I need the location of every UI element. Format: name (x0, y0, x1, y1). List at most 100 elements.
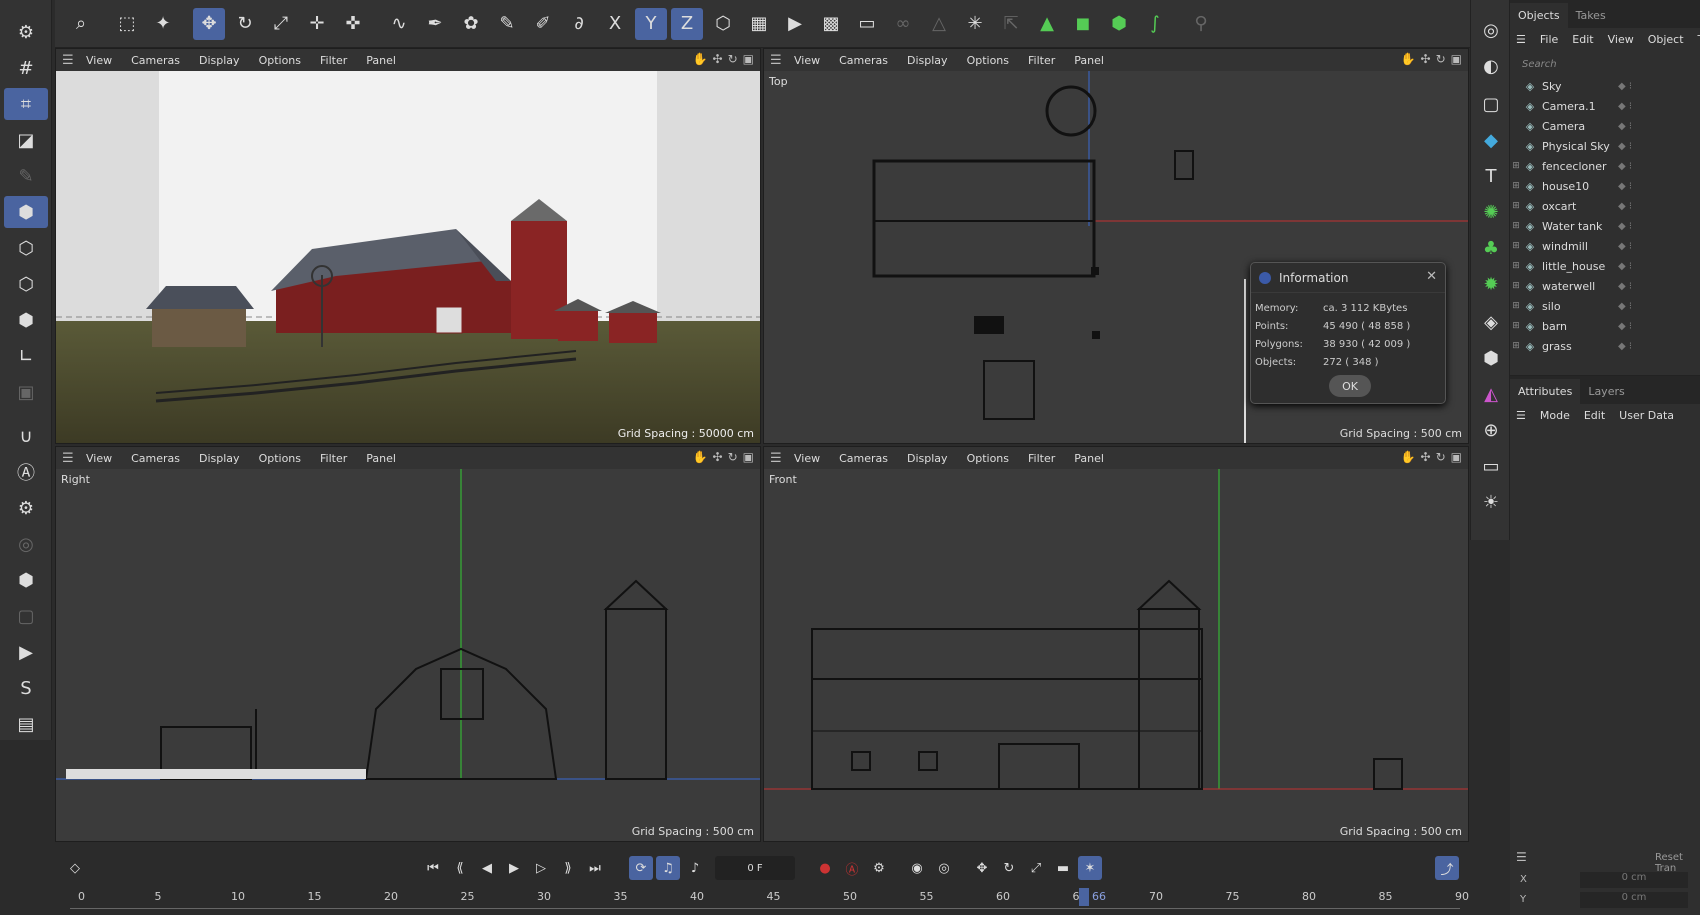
visibility-icon[interactable]: ◆ ⁝ (1618, 261, 1632, 272)
menu-filter[interactable]: Filter (1028, 54, 1055, 67)
menu-view[interactable]: View (794, 452, 820, 465)
menu-view[interactable]: View (1608, 33, 1634, 46)
target-icon[interactable]: ◎ (4, 528, 48, 560)
motion-icon[interactable]: ◉ (905, 856, 929, 880)
texture-mode-icon[interactable]: ◪ (4, 124, 48, 156)
move-icon[interactable]: ✥ (193, 7, 225, 40)
expand-icon[interactable]: ⊞ (1510, 241, 1522, 251)
transform-icon[interactable]: ✜ (337, 8, 369, 40)
dolly-icon[interactable]: ✣ (713, 450, 723, 464)
menu-options[interactable]: Options (967, 452, 1009, 465)
snap-toggle-icon[interactable]: △ (923, 8, 955, 40)
menu-icon[interactable]: ☰ (770, 53, 784, 68)
menu-display[interactable]: Display (907, 452, 948, 465)
menu-filter[interactable]: Filter (320, 452, 347, 465)
snap-icon[interactable]: Ⓐ (4, 456, 48, 488)
menu-cameras[interactable]: Cameras (839, 54, 888, 67)
tab-layers[interactable]: Layers (1580, 379, 1632, 404)
field-icon[interactable]: ⬢ (1475, 342, 1507, 374)
render-region-icon[interactable]: ▦ (743, 8, 775, 40)
knife-icon[interactable]: ∂ (563, 8, 595, 40)
orbit-icon[interactable]: ↻ (728, 450, 738, 464)
expand-icon[interactable]: ⊞ (1510, 201, 1522, 211)
visibility-icon[interactable]: ◆ ⁝ (1618, 301, 1632, 312)
pan-icon[interactable]: ✋ (1401, 450, 1416, 464)
axis-mode-icon[interactable]: ∟ (4, 340, 48, 372)
pin-icon[interactable]: ◎ (1475, 14, 1507, 46)
visibility-icon[interactable]: ◆ ⁝ (1618, 201, 1632, 212)
menu-filter[interactable]: Filter (320, 54, 347, 67)
frame-icon[interactable]: ▢ (4, 600, 48, 632)
menu-cameras[interactable]: Cameras (131, 54, 180, 67)
menu-display[interactable]: Display (199, 54, 240, 67)
pla-key-icon[interactable]: ✶ (1078, 856, 1102, 880)
view-icon[interactable]: ◐ (1475, 50, 1507, 82)
list-item[interactable]: ⊞ ◈ windmill ◆ ⁝ (1510, 236, 1700, 256)
menu-display[interactable]: Display (199, 452, 240, 465)
go-to-start-icon[interactable]: ⏮ (421, 856, 445, 880)
next-key-icon[interactable]: ⟫ (556, 856, 580, 880)
expand-icon[interactable]: ⊞ (1510, 321, 1522, 331)
menu-edit[interactable]: Edit (1572, 33, 1593, 46)
zoom-icon[interactable]: ⌕ (65, 8, 97, 40)
uv-mode-icon[interactable]: ⬢ (4, 304, 48, 336)
menu-edit[interactable]: Edit (1584, 409, 1605, 422)
paint-icon[interactable]: ✎ (491, 8, 523, 40)
brush-icon[interactable]: ✐ (527, 8, 559, 40)
deformer-icon[interactable]: ◈ (1475, 306, 1507, 338)
rectangle-icon[interactable]: ▢ (1475, 88, 1507, 120)
visibility-icon[interactable]: ◆ ⁝ (1618, 121, 1632, 132)
playhead[interactable] (1079, 888, 1089, 906)
loop-icon[interactable]: ⟳ (629, 856, 653, 880)
search-input[interactable]: Search (1516, 54, 1696, 74)
menu-panel[interactable]: Panel (1074, 54, 1104, 67)
viewport-perspective[interactable]: ☰ View Cameras Display Options Filter Pa… (55, 48, 761, 444)
visibility-icon[interactable]: ◆ ⁝ (1618, 161, 1632, 172)
list-item[interactable]: ◈ Sky ◆ ⁝ (1510, 76, 1700, 96)
expand-icon[interactable]: ⊞ (1510, 301, 1522, 311)
list-item[interactable]: ⊞ ◈ silo ◆ ⁝ (1510, 296, 1700, 316)
dolly-icon[interactable]: ✣ (1421, 52, 1431, 66)
dolly-icon[interactable]: ✣ (713, 52, 723, 66)
menu-file[interactable]: File (1540, 33, 1558, 46)
ok-button[interactable]: OK (1329, 375, 1371, 397)
menu-icon[interactable]: ☰ (62, 451, 76, 466)
cloner-icon[interactable]: ♣ (1475, 232, 1507, 264)
viewport-front[interactable]: ☰ View Cameras Display Options Filter Pa… (763, 446, 1469, 842)
reset-transform-button[interactable]: Reset Tran (1655, 852, 1700, 874)
key-settings-icon[interactable]: ⚙ (867, 856, 891, 880)
list-item[interactable]: ⊞ ◈ grass ◆ ⁝ (1510, 336, 1700, 356)
folder-icon[interactable]: ▤ (4, 708, 48, 740)
move-tool-icon[interactable]: ✛ (301, 8, 333, 40)
script-icon[interactable]: S (4, 672, 48, 704)
maximize-icon[interactable]: ▣ (1451, 52, 1462, 66)
maximize-icon[interactable]: ▣ (743, 450, 754, 464)
tab-takes[interactable]: Takes (1568, 3, 1614, 28)
cube-icon[interactable]: ◆ (1475, 124, 1507, 156)
menu-options[interactable]: Options (967, 54, 1009, 67)
menu-panel[interactable]: Panel (1074, 452, 1104, 465)
cube-outline-icon[interactable]: ⬢ (1103, 8, 1135, 40)
live-select-icon[interactable]: ✦ (147, 8, 179, 40)
scale-icon[interactable]: ⤢ (265, 8, 297, 40)
orbit-icon[interactable]: ↻ (1436, 52, 1446, 66)
maximize-icon[interactable]: ▣ (743, 52, 754, 66)
pan-icon[interactable]: ✋ (693, 52, 708, 66)
figure-icon[interactable]: ⚲ (1185, 8, 1217, 40)
rotate-icon[interactable]: ↻ (229, 8, 261, 40)
next-frame-icon[interactable]: ▷ (529, 856, 553, 880)
visibility-icon[interactable]: ◆ ⁝ (1618, 321, 1632, 332)
convert-icon[interactable]: ⚙ (4, 16, 48, 48)
go-to-end-icon[interactable]: ⏭ (583, 856, 607, 880)
spline-icon[interactable]: ◭ (1475, 378, 1507, 410)
render-view-icon[interactable]: ▶ (779, 8, 811, 40)
solo-icon[interactable]: ▣ (4, 376, 48, 408)
workplane-icon[interactable]: ✳ (959, 8, 991, 40)
sound-icon[interactable]: ♪ (683, 856, 707, 880)
scale-key-icon[interactable]: ⤢ (1024, 856, 1048, 880)
menu-panel[interactable]: Panel (366, 54, 396, 67)
coordinate-icon[interactable]: ⬡ (707, 8, 739, 40)
orbit-icon[interactable]: ↻ (1436, 450, 1446, 464)
hexagon-icon[interactable]: ⬢ (4, 564, 48, 596)
visibility-icon[interactable]: ◆ ⁝ (1618, 221, 1632, 232)
